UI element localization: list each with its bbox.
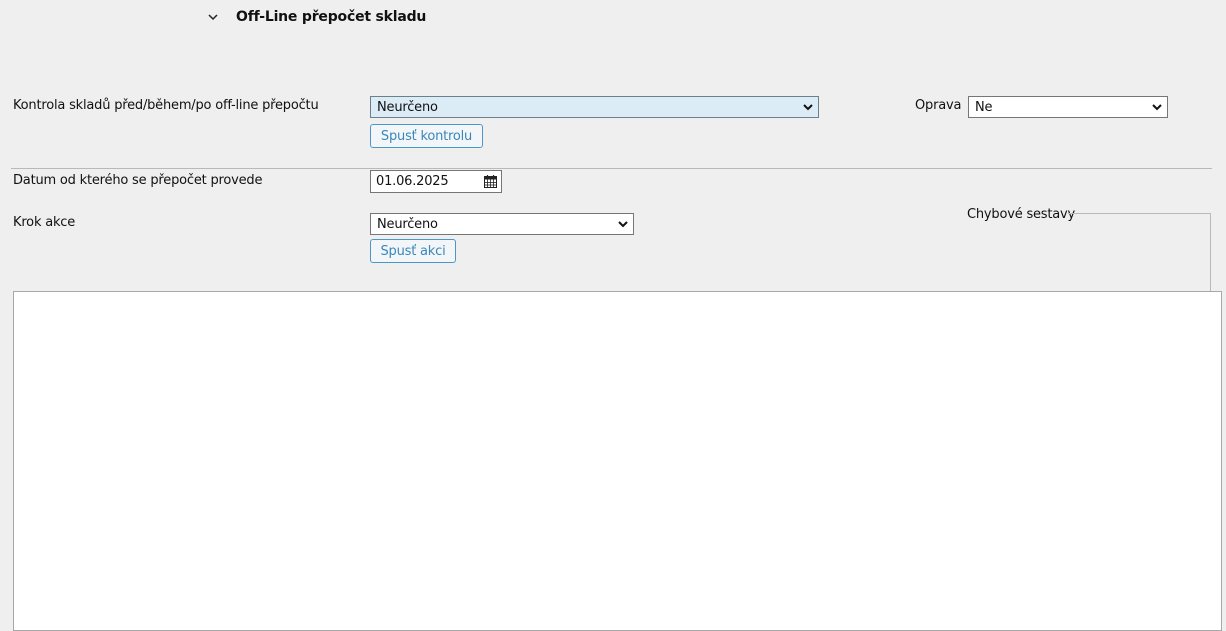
chevron-down-icon[interactable] [206,10,220,24]
spust-akci-button[interactable]: Spusť akci [370,239,456,263]
chevron-down-icon [617,218,629,230]
spust-kontrolu-button[interactable]: Spusť kontrolu [370,124,483,148]
krok-select[interactable]: Neurčeno [370,213,634,235]
section-header[interactable]: Off-Line přepočet skladu [206,6,426,28]
chevron-down-icon [1151,101,1163,113]
kontrola-select[interactable]: Neurčeno [370,96,819,118]
calendar-icon[interactable] [483,175,497,189]
divider [11,168,1212,169]
oprava-select[interactable]: Ne [968,96,1168,118]
kontrola-label: Kontrola skladů před/během/po off-line p… [13,98,319,113]
oprava-label: Oprava [915,98,962,113]
krok-label: Krok akce [13,215,76,230]
kontrola-select-value: Neurčeno [377,99,438,115]
chybove-sestavy-legend: Chybové sestavy [967,207,1076,222]
datum-field[interactable]: 01.06.2025 [370,170,502,193]
oprava-select-value: Ne [975,99,993,115]
datum-label: Datum od kterého se přepočet provede [13,173,263,188]
chevron-down-icon [802,101,814,113]
section-title: Off-Line přepočet skladu [236,9,427,25]
group-border-top [1068,213,1211,214]
output-area[interactable] [13,291,1222,631]
datum-value: 01.06.2025 [376,174,449,189]
krok-select-value: Neurčeno [377,216,438,232]
group-border-right [1210,213,1211,292]
